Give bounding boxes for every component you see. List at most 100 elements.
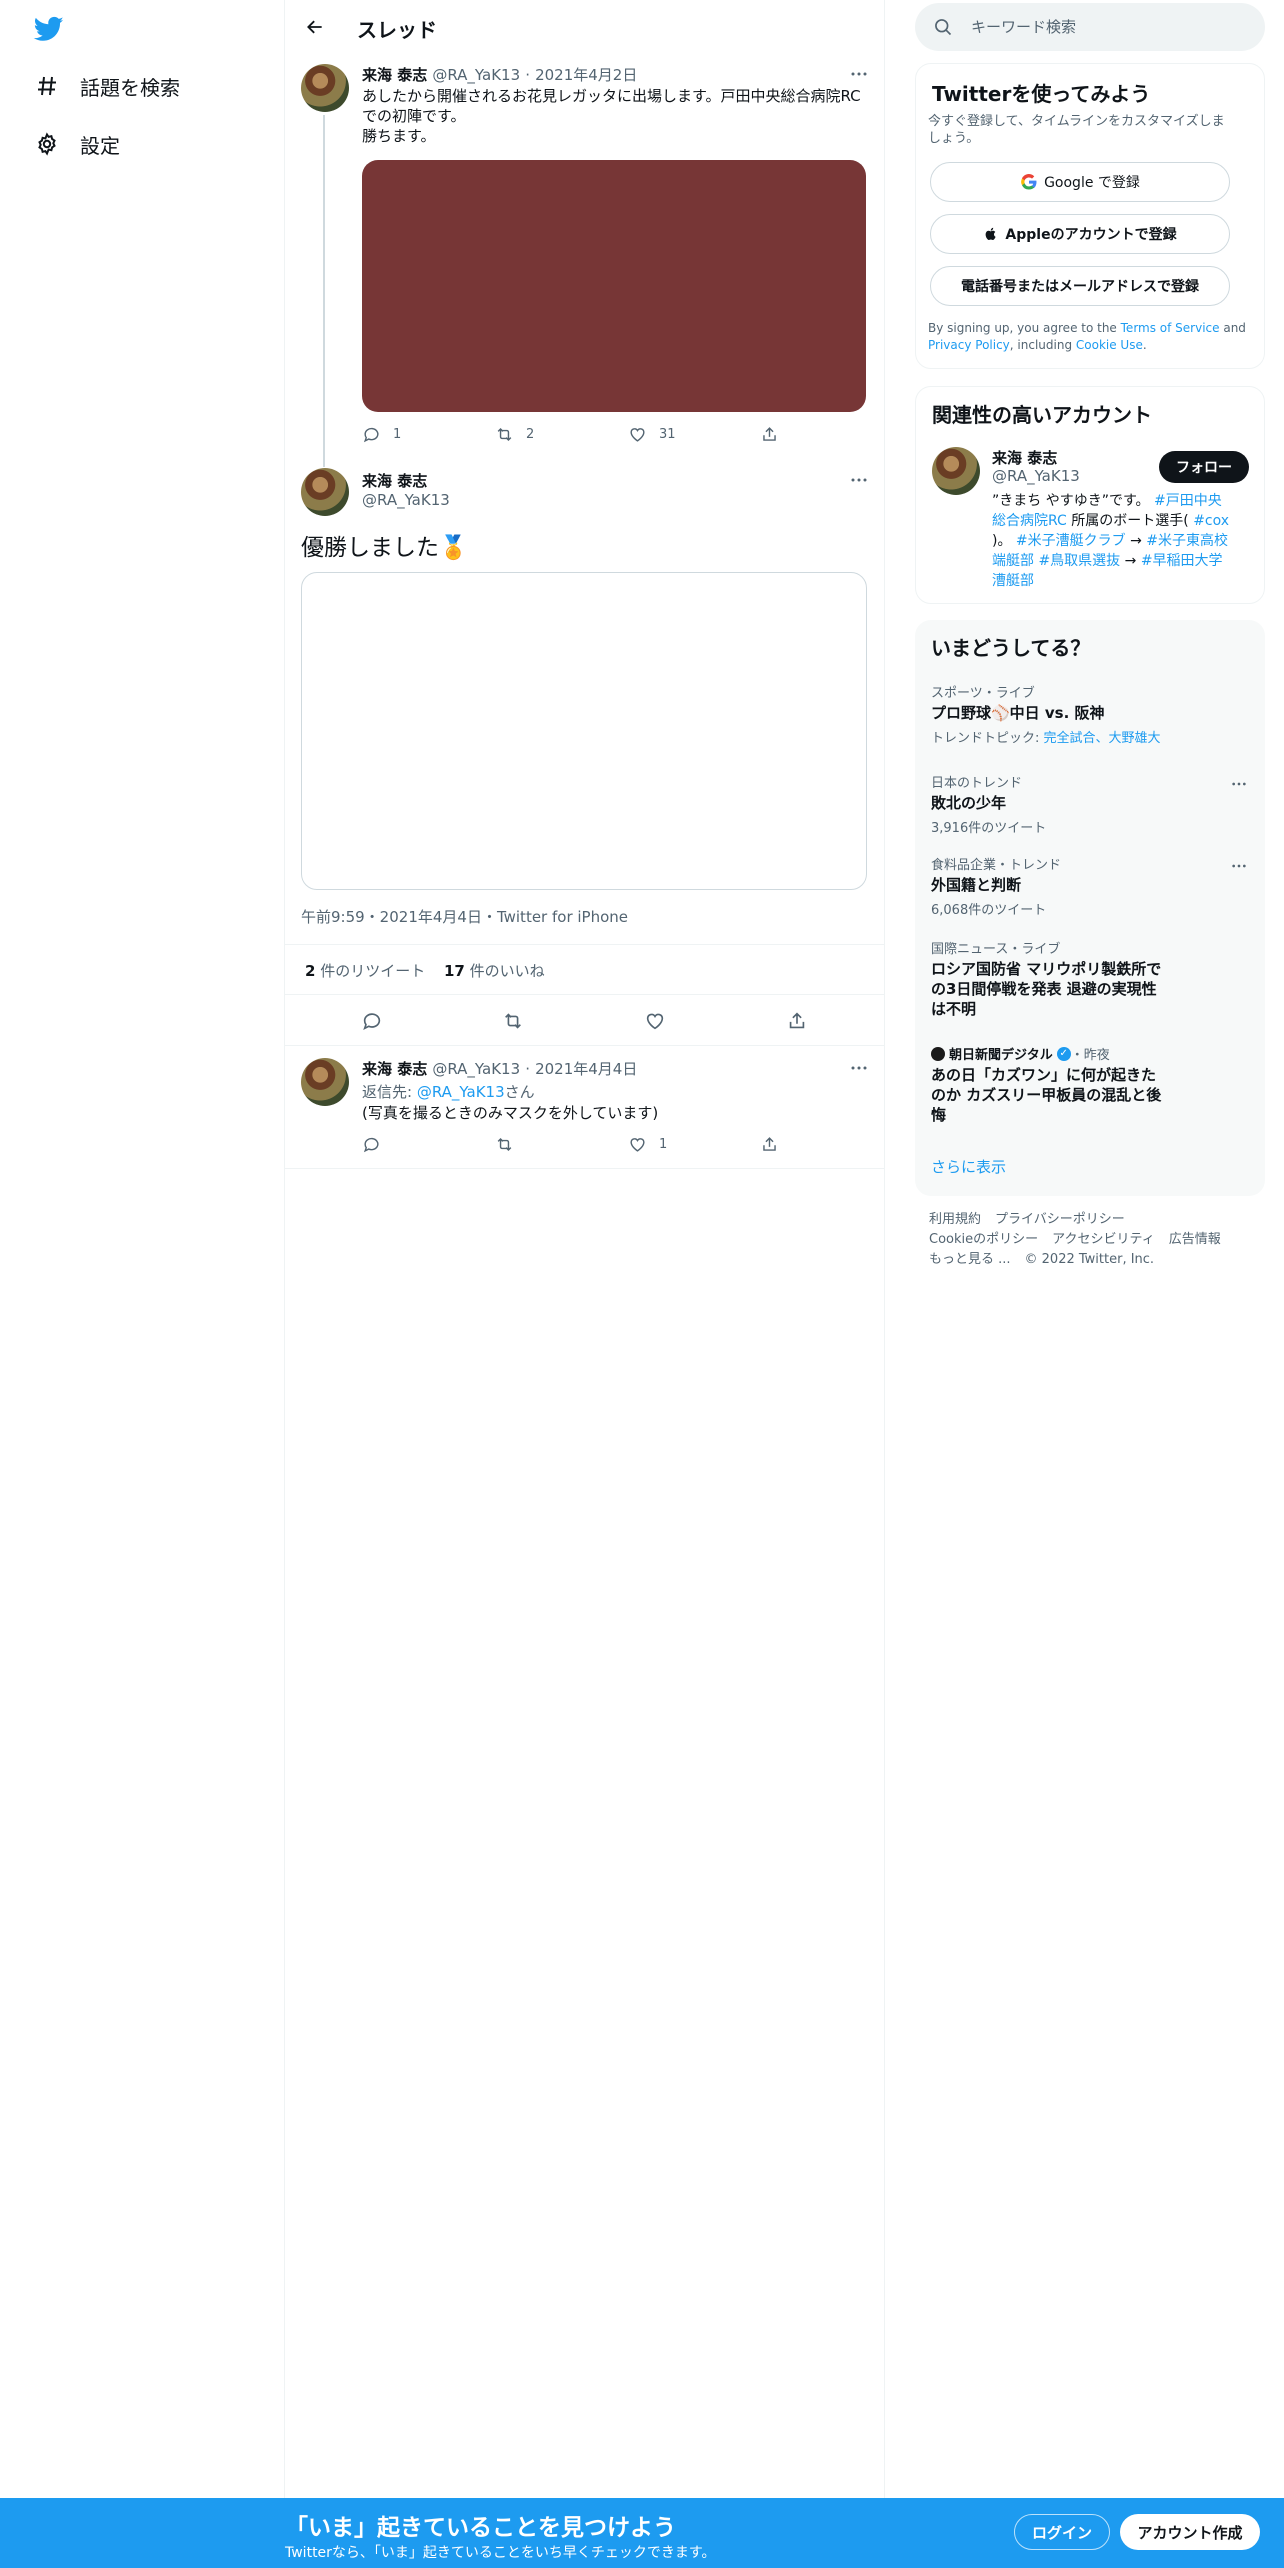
cookie-use-link[interactable]: Cookie Use	[1076, 338, 1143, 352]
tweet3-text: (写真を撮るときのみマスクを外しています)	[362, 1104, 659, 1122]
bio-hashtag[interactable]: #戸田中央	[1154, 493, 1222, 509]
tweet3-like-button[interactable]: 1	[628, 1135, 667, 1154]
tweet3-reply-button[interactable]	[362, 1135, 381, 1154]
tweet2-more-icon[interactable]	[847, 470, 871, 490]
footer-link[interactable]: プライバシーポリシー	[995, 1212, 1125, 1227]
footer-link[interactable]: Cookieのポリシー	[929, 1232, 1038, 1247]
related-account-handle[interactable]: @RA_YaK13	[992, 467, 1080, 485]
trend-item[interactable]: 日本のトレンド 敗北の少年 3,916件のツイート	[931, 772, 1251, 836]
tweet2-reply-button[interactable]	[361, 1010, 383, 1032]
footer-link[interactable]: アクセシビリティ	[1052, 1232, 1155, 1247]
source-name[interactable]: 朝日新聞デジタル	[949, 1044, 1053, 1063]
show-more-link[interactable]: さらに表示	[931, 1156, 1006, 1177]
bio-hashtag[interactable]: #早稲田大学	[1141, 553, 1223, 569]
trend-category: 国際ニュース・ライブ	[931, 942, 1061, 957]
terms-text: By signing up, you agree to the	[928, 321, 1121, 335]
tweet2-media-image[interactable]	[301, 572, 867, 890]
signup-card: Twitterを使ってみよう 今すぐ登録して、タイムラインをカスタマイズしま し…	[915, 63, 1265, 369]
trend-item[interactable]: 食料品企業・トレンド 外国籍と判断 6,068件のツイート	[931, 854, 1251, 918]
create-account-button[interactable]: アカウント作成	[1120, 2514, 1260, 2550]
related-accounts-card: 関連性の高いアカウント 来海 泰志 @RA_YaK13 フォロー ”きまち やす…	[915, 386, 1265, 604]
bio-hashtag[interactable]: #米子東高校	[1146, 533, 1228, 549]
avatar[interactable]	[301, 64, 349, 112]
tweet2-like-stat[interactable]: 17 件のいいね	[444, 960, 545, 981]
trend-topic-link[interactable]: 完全試合、大野雄大	[1044, 731, 1161, 746]
search-bar[interactable]	[915, 3, 1265, 51]
back-arrow-icon[interactable]	[301, 13, 329, 41]
tweet1-text-line: 勝ちます。	[362, 127, 436, 145]
tweet3-handle[interactable]: @RA_YaK13	[432, 1060, 520, 1078]
tweet1-retweet-button[interactable]: 2	[495, 425, 534, 444]
page-header: スレッド	[285, 0, 885, 54]
reply-to-link[interactable]: @RA_YaK13	[417, 1083, 505, 1101]
avatar[interactable]	[301, 1058, 349, 1106]
trend-item[interactable]: スポーツ・ライブ プロ野球⚾中日 vs. 阪神 トレンドトピック: 完全試合、大…	[931, 682, 1251, 746]
bio-hashtag[interactable]: 総合病院RC	[992, 513, 1067, 529]
bio-hashtag[interactable]: 漕艇部	[992, 573, 1034, 589]
tweet3-share-button[interactable]	[760, 1135, 779, 1154]
apple-signup-button[interactable]: Appleのアカウントで登録	[930, 214, 1230, 254]
apple-icon	[986, 227, 997, 240]
footer-link[interactable]: 利用規約	[929, 1212, 981, 1227]
tweet2-like-label: 件のいいね	[469, 962, 545, 980]
follow-button[interactable]: フォロー	[1159, 451, 1249, 483]
tweet2-handle[interactable]: @RA_YaK13	[362, 491, 450, 509]
trend-item[interactable]: 国際ニュース・ライブ ロシア国防省 マリウポリ製鉄所で の3日間停戦を発表 退避…	[931, 938, 1251, 1019]
footer-links: 利用規約 プライバシーポリシー Cookieのポリシー アクセシビリティ 広告情報 も…	[929, 1210, 1235, 1270]
avatar[interactable]	[932, 447, 980, 495]
avatar[interactable]	[301, 468, 349, 516]
tweet2-timestamp[interactable]: 午前9:59・2021年4月4日・Twitter for iPhone	[301, 906, 628, 927]
phone-email-signup-button[interactable]: 電話番号またはメールアドレスで登録	[930, 266, 1230, 306]
nav-explore-label: 話題を検索	[80, 75, 180, 100]
google-signup-button[interactable]: Google で登録	[930, 162, 1230, 202]
tweet3-author-name[interactable]: 来海 泰志	[362, 1060, 427, 1078]
bio-text: ”きまち やすゆき”です。	[992, 493, 1155, 509]
related-account-name[interactable]: 来海 泰志	[992, 447, 1057, 468]
tweet1-date[interactable]: 2021年4月2日	[535, 66, 637, 84]
tweet1-share-button[interactable]	[760, 425, 779, 444]
tweet1-like-count: 31	[659, 427, 676, 442]
search-input[interactable]	[971, 18, 1241, 36]
bio-hashtag[interactable]: #米子漕艇クラブ	[1016, 533, 1126, 549]
trend-more-icon[interactable]	[1227, 774, 1251, 794]
related-account-bio: ”きまち やすゆき”です。 #戸田中央 総合病院RC 所属のボート選手( #co…	[992, 491, 1254, 591]
twitter-logo-icon[interactable]	[32, 14, 66, 44]
signup-terms: By signing up, you agree to the Terms of…	[928, 320, 1248, 354]
thread-connector-line	[323, 115, 325, 467]
terms-of-service-link[interactable]: Terms of Service	[1121, 321, 1220, 335]
tweet2-author-name[interactable]: 来海 泰志	[362, 470, 427, 491]
tweet2-like-button[interactable]	[644, 1010, 666, 1032]
tweet1-author-name[interactable]: 来海 泰志	[362, 66, 427, 84]
trend-item[interactable]: 朝日新聞デジタル ✓ ・昨夜 あの日「カズワン」に何が起きた のか カズスリー甲…	[931, 1044, 1251, 1125]
footer-more-link[interactable]: もっと見る ...	[929, 1252, 1011, 1267]
nav-explore[interactable]: 話題を検索	[32, 66, 180, 106]
tweet3-date[interactable]: 2021年4月4日	[535, 1060, 637, 1078]
retweet-icon	[497, 1137, 512, 1152]
tweet1-handle[interactable]: @RA_YaK13	[432, 66, 520, 84]
tweet2-retweet-button[interactable]	[502, 1010, 524, 1032]
trend-tweet-count: 3,916件のツイート	[931, 821, 1047, 836]
footer-link[interactable]: 広告情報	[1169, 1232, 1221, 1247]
bio-hashtag[interactable]: #鳥取県選抜	[1038, 553, 1120, 569]
bio-hashtag[interactable]: #cox	[1193, 513, 1229, 529]
bottom-bar-headline: 「いま」起きていることを見つけよう	[285, 2515, 676, 2541]
tweet1-media-image[interactable]	[362, 160, 866, 412]
privacy-policy-link[interactable]: Privacy Policy	[928, 338, 1010, 352]
tweet1-like-button[interactable]: 31	[628, 425, 676, 444]
bio-hashtag[interactable]: 端艇部	[992, 553, 1034, 569]
tweet3-retweet-button[interactable]	[495, 1135, 514, 1154]
source-avatar	[931, 1046, 945, 1061]
nav-settings[interactable]: 設定	[32, 124, 120, 164]
tweet2-retweet-stat[interactable]: 2 件のリツイート	[305, 960, 425, 981]
divider	[285, 1168, 885, 1169]
tweet1-more-icon[interactable]	[847, 64, 871, 84]
tweet3-more-icon[interactable]	[847, 1058, 871, 1078]
share-icon	[789, 1012, 805, 1029]
tweet1-reply-button[interactable]: 1	[362, 425, 401, 444]
related-accounts-title: 関連性の高いアカウント	[932, 403, 1152, 427]
trend-title: の3日間停戦を発表 退避の実現性	[931, 980, 1157, 998]
trend-more-icon[interactable]	[1227, 856, 1251, 876]
tweet2-share-button[interactable]	[786, 1010, 808, 1032]
tweet3-reply-context: 返信先: @RA_YaK13さん	[362, 1081, 535, 1102]
login-button[interactable]: ログイン	[1014, 2514, 1110, 2550]
